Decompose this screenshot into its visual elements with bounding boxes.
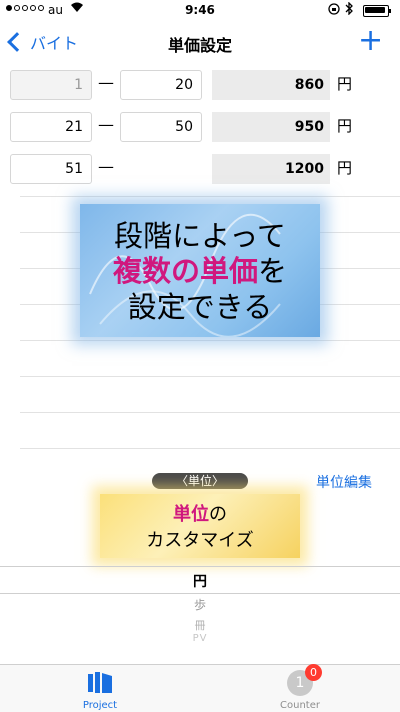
picker-divider (0, 566, 400, 567)
add-button[interactable]: + (358, 26, 383, 56)
price-row: 21 — 50 950 円 (0, 110, 400, 144)
promo-highlight: 複数の単価 (112, 254, 258, 288)
unit-picker-option[interactable]: 冊 (0, 617, 400, 633)
unit-picker-option[interactable]: PV (0, 633, 400, 644)
promo-line-1: 段階によって (114, 219, 286, 253)
battery-icon (363, 5, 391, 17)
currency-unit: 円 (337, 75, 353, 93)
tab-project-label: Project (82, 700, 118, 711)
project-icon (88, 672, 112, 693)
unit-picker-option-selected[interactable]: 円 (0, 571, 400, 591)
tab-counter[interactable]: 1 0 Counter (200, 664, 400, 712)
promo-line-3: 設定できる (127, 290, 273, 324)
picker-divider (0, 593, 400, 594)
promo-unit-highlight: 単位 (173, 504, 209, 525)
unit-section-header: 〈単位〉 (152, 473, 248, 489)
currency-unit: 円 (337, 117, 353, 135)
price-field[interactable]: 1200 (212, 154, 330, 184)
bluetooth-icon (345, 1, 354, 18)
price-row: 1 — 20 860 円 (0, 68, 400, 102)
range-separator: — (98, 115, 114, 134)
tab-project[interactable]: Project (0, 665, 200, 712)
range-separator: — (98, 73, 114, 92)
page-title: 単価設定 (167, 36, 232, 55)
rotation-lock-icon (328, 3, 340, 18)
promo-unit-suffix: の (209, 504, 227, 525)
price-field[interactable]: 860 (212, 70, 330, 100)
promo-line-2: 複数の単価を (80, 254, 320, 288)
price-field[interactable]: 950 (212, 112, 330, 142)
range-from-field[interactable]: 21 (10, 112, 92, 142)
promo-unit-line-2: カスタマイズ (146, 530, 254, 551)
range-to-field[interactable]: 50 (120, 112, 202, 142)
navigation-bar: バイト 単価設定 + (0, 20, 400, 64)
promo-unit-line-1: 単位の (100, 500, 300, 526)
price-row: 51 — 1200 円 (0, 152, 400, 186)
range-from-field: 1 (10, 70, 92, 100)
promo-suffix: を (258, 254, 288, 288)
currency-unit: 円 (337, 159, 353, 177)
edit-units-button[interactable]: 単位編集 (316, 472, 372, 492)
range-separator: — (98, 157, 114, 176)
tab-bar: Project 1 0 Counter (0, 664, 400, 712)
promo-tiered-pricing: 段階によって 複数の単価を 設定できる (80, 204, 320, 337)
tab-counter-label: Counter (280, 700, 320, 711)
range-to-field[interactable]: 20 (120, 70, 202, 100)
promo-unit-customization: 単位の カスタマイズ (100, 494, 300, 558)
notification-badge: 0 (305, 664, 322, 681)
range-from-field[interactable]: 51 (10, 154, 92, 184)
status-bar: au 9:46 (0, 0, 400, 20)
status-time: 9:46 (185, 3, 215, 17)
unit-picker-option[interactable]: 歩 (0, 596, 400, 613)
